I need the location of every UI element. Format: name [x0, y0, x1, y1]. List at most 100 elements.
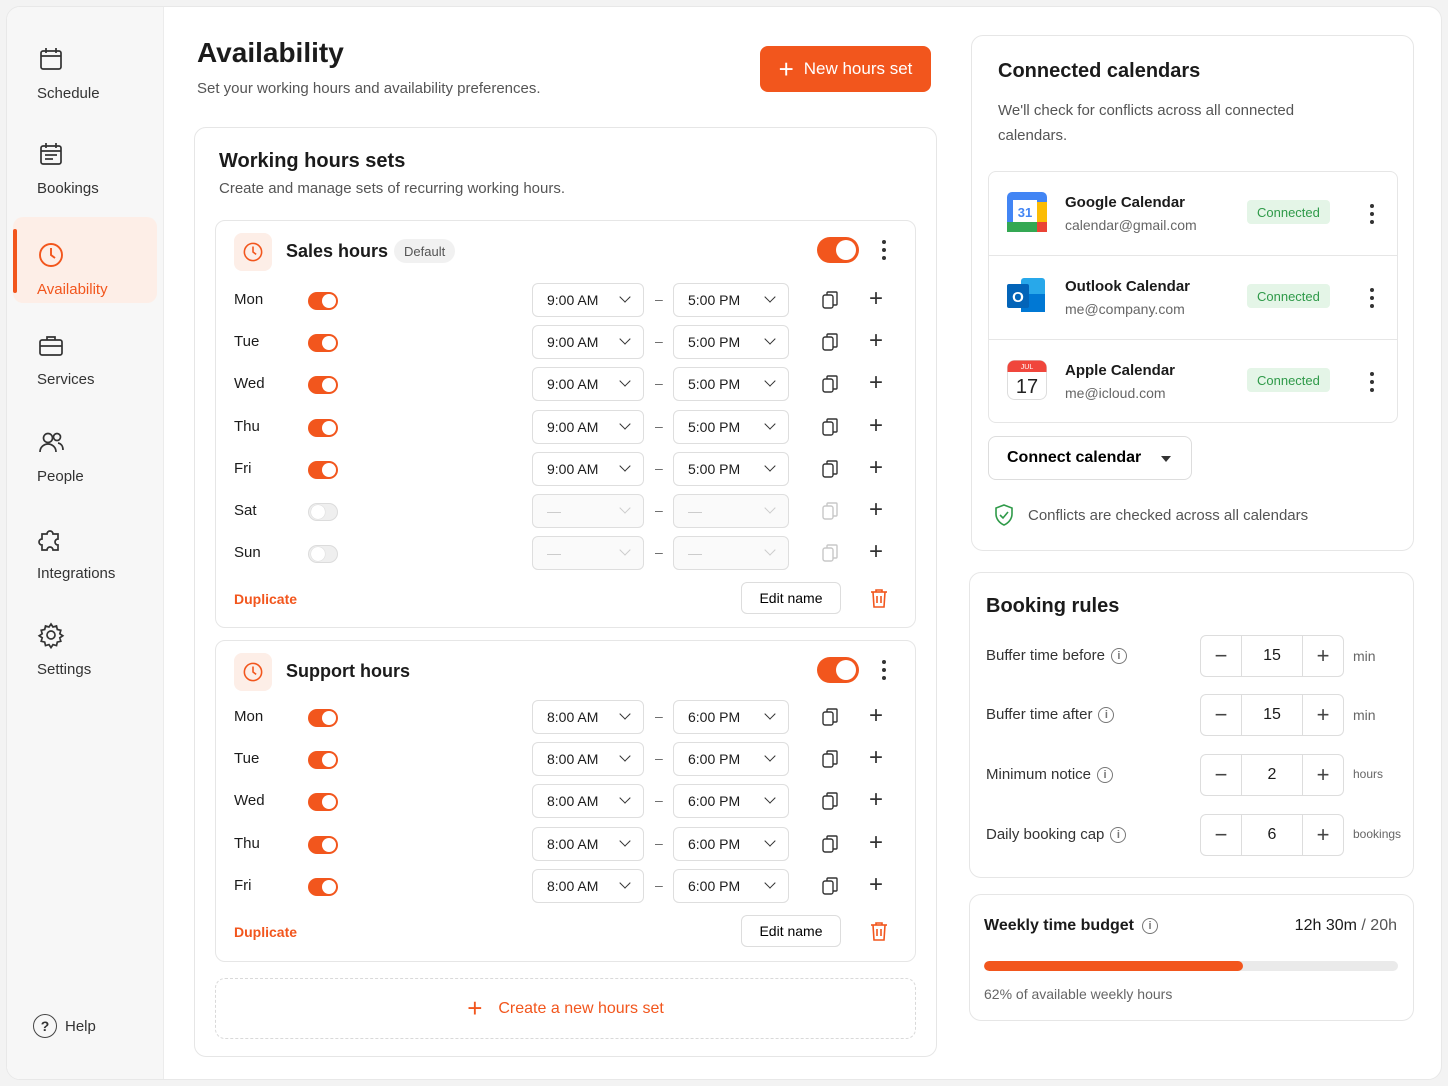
- day-toggle[interactable]: [308, 793, 338, 812]
- start-time-select[interactable]: —: [532, 536, 644, 571]
- rule-value[interactable]: 15: [1241, 695, 1303, 735]
- edit-name-button[interactable]: Edit name: [741, 915, 841, 947]
- day-toggle[interactable]: [308, 460, 338, 479]
- day-toggle[interactable]: [308, 709, 338, 727]
- increment-button[interactable]: +: [1303, 636, 1343, 676]
- copy-icon[interactable]: [822, 708, 838, 726]
- copy-icon[interactable]: [822, 417, 838, 436]
- add-time-range-icon[interactable]: +: [866, 498, 886, 522]
- info-icon[interactable]: i: [1141, 918, 1158, 934]
- add-time-range-icon[interactable]: +: [866, 287, 886, 311]
- duplicate-link[interactable]: Duplicate: [234, 924, 297, 940]
- start-time-select[interactable]: 8:00 AM: [532, 784, 644, 819]
- add-time-range-icon[interactable]: +: [866, 329, 886, 353]
- copy-icon[interactable]: [822, 750, 838, 768]
- start-time-select[interactable]: 8:00 AM: [532, 826, 644, 861]
- add-time-range-icon[interactable]: +: [866, 413, 886, 438]
- sidebar-item-services[interactable]: Services: [13, 307, 157, 393]
- start-time-select[interactable]: —: [532, 494, 644, 528]
- trash-icon[interactable]: [870, 588, 888, 608]
- decrement-button[interactable]: −: [1201, 755, 1241, 795]
- copy-icon[interactable]: [822, 544, 838, 562]
- add-time-range-icon[interactable]: +: [866, 371, 886, 395]
- end-time-select[interactable]: 6:00 PM: [673, 742, 789, 777]
- copy-icon[interactable]: [822, 792, 838, 811]
- more-options-icon[interactable]: [881, 240, 887, 260]
- sidebar-item-people[interactable]: People: [13, 404, 157, 490]
- copy-icon[interactable]: [822, 834, 838, 853]
- end-time-select[interactable]: 5:00 PM: [673, 283, 789, 317]
- copy-icon[interactable]: [822, 333, 838, 351]
- decrement-button[interactable]: −: [1201, 695, 1241, 735]
- end-time-select[interactable]: —: [673, 494, 789, 528]
- more-options-icon[interactable]: [1369, 204, 1375, 224]
- rule-value[interactable]: 15: [1241, 636, 1303, 676]
- info-icon[interactable]: i: [1098, 706, 1115, 723]
- add-time-range-icon[interactable]: +: [866, 872, 886, 897]
- start-time-select[interactable]: 8:00 AM: [532, 868, 644, 903]
- more-options-icon[interactable]: [881, 660, 887, 680]
- info-icon[interactable]: i: [1110, 826, 1127, 843]
- decrement-button[interactable]: −: [1201, 636, 1241, 676]
- end-time-select[interactable]: 5:00 PM: [673, 367, 789, 402]
- day-toggle[interactable]: [308, 877, 338, 896]
- day-toggle[interactable]: [308, 418, 338, 437]
- start-time-select[interactable]: 9:00 AM: [532, 367, 644, 402]
- connect-calendar-button[interactable]: Connect calendar: [988, 436, 1192, 480]
- copy-icon[interactable]: [822, 502, 838, 520]
- duplicate-link[interactable]: Duplicate: [234, 591, 297, 607]
- end-time-select[interactable]: —: [673, 536, 789, 571]
- end-time-select[interactable]: 6:00 PM: [673, 868, 789, 903]
- end-time-select[interactable]: 6:00 PM: [673, 700, 789, 734]
- start-time-select[interactable]: 8:00 AM: [532, 700, 644, 734]
- set-enabled-toggle[interactable]: [817, 237, 859, 263]
- end-time-select[interactable]: 5:00 PM: [673, 451, 789, 486]
- sidebar-item-bookings[interactable]: Bookings: [13, 116, 157, 202]
- day-toggle[interactable]: [308, 376, 338, 395]
- increment-button[interactable]: +: [1303, 695, 1343, 735]
- day-toggle[interactable]: [308, 334, 338, 353]
- end-time-select[interactable]: 6:00 PM: [673, 826, 789, 861]
- add-time-range-icon[interactable]: +: [866, 788, 886, 812]
- day-toggle[interactable]: [308, 503, 338, 521]
- day-toggle[interactable]: [308, 292, 338, 310]
- sidebar-item-availability[interactable]: Availability: [13, 217, 157, 303]
- day-toggle[interactable]: [308, 751, 338, 770]
- increment-button[interactable]: +: [1303, 755, 1343, 795]
- start-time-select[interactable]: 9:00 AM: [532, 451, 644, 486]
- end-time-select[interactable]: 5:00 PM: [673, 325, 789, 360]
- edit-name-button[interactable]: Edit name: [741, 582, 841, 614]
- set-enabled-toggle[interactable]: [817, 657, 859, 683]
- add-time-range-icon[interactable]: +: [866, 455, 886, 480]
- start-time-select[interactable]: 9:00 AM: [532, 409, 644, 444]
- end-time-select[interactable]: 6:00 PM: [673, 784, 789, 819]
- decrement-button[interactable]: −: [1201, 815, 1241, 855]
- start-time-select[interactable]: 8:00 AM: [532, 742, 644, 777]
- rule-value[interactable]: 6: [1241, 815, 1303, 855]
- add-time-range-icon[interactable]: +: [866, 540, 886, 564]
- sidebar-item-settings[interactable]: Settings: [13, 597, 157, 683]
- copy-icon[interactable]: [822, 375, 838, 394]
- copy-icon[interactable]: [822, 460, 838, 478]
- add-time-range-icon[interactable]: +: [866, 704, 886, 728]
- start-time-select[interactable]: 9:00 AM: [532, 283, 644, 317]
- help-link[interactable]: ? Help: [33, 1014, 96, 1038]
- create-new-hours-set-button[interactable]: + Create a new hours set: [215, 978, 916, 1039]
- rule-value[interactable]: 2: [1241, 755, 1303, 795]
- end-time-select[interactable]: 5:00 PM: [673, 409, 789, 444]
- sidebar-item-integrations[interactable]: Integrations: [13, 501, 157, 587]
- increment-button[interactable]: +: [1303, 815, 1343, 855]
- add-time-range-icon[interactable]: +: [866, 830, 886, 855]
- info-icon[interactable]: i: [1110, 647, 1127, 664]
- new-hours-set-button[interactable]: + New hours set: [760, 46, 931, 92]
- copy-icon[interactable]: [822, 291, 838, 309]
- more-options-icon[interactable]: [1369, 372, 1375, 392]
- more-options-icon[interactable]: [1369, 288, 1375, 308]
- start-time-select[interactable]: 9:00 AM: [532, 325, 644, 360]
- copy-icon[interactable]: [822, 877, 838, 895]
- info-icon[interactable]: i: [1097, 766, 1114, 783]
- day-toggle[interactable]: [308, 835, 338, 854]
- sidebar-item-schedule[interactable]: Schedule: [13, 21, 157, 107]
- trash-icon[interactable]: [870, 921, 888, 941]
- add-time-range-icon[interactable]: +: [866, 746, 886, 770]
